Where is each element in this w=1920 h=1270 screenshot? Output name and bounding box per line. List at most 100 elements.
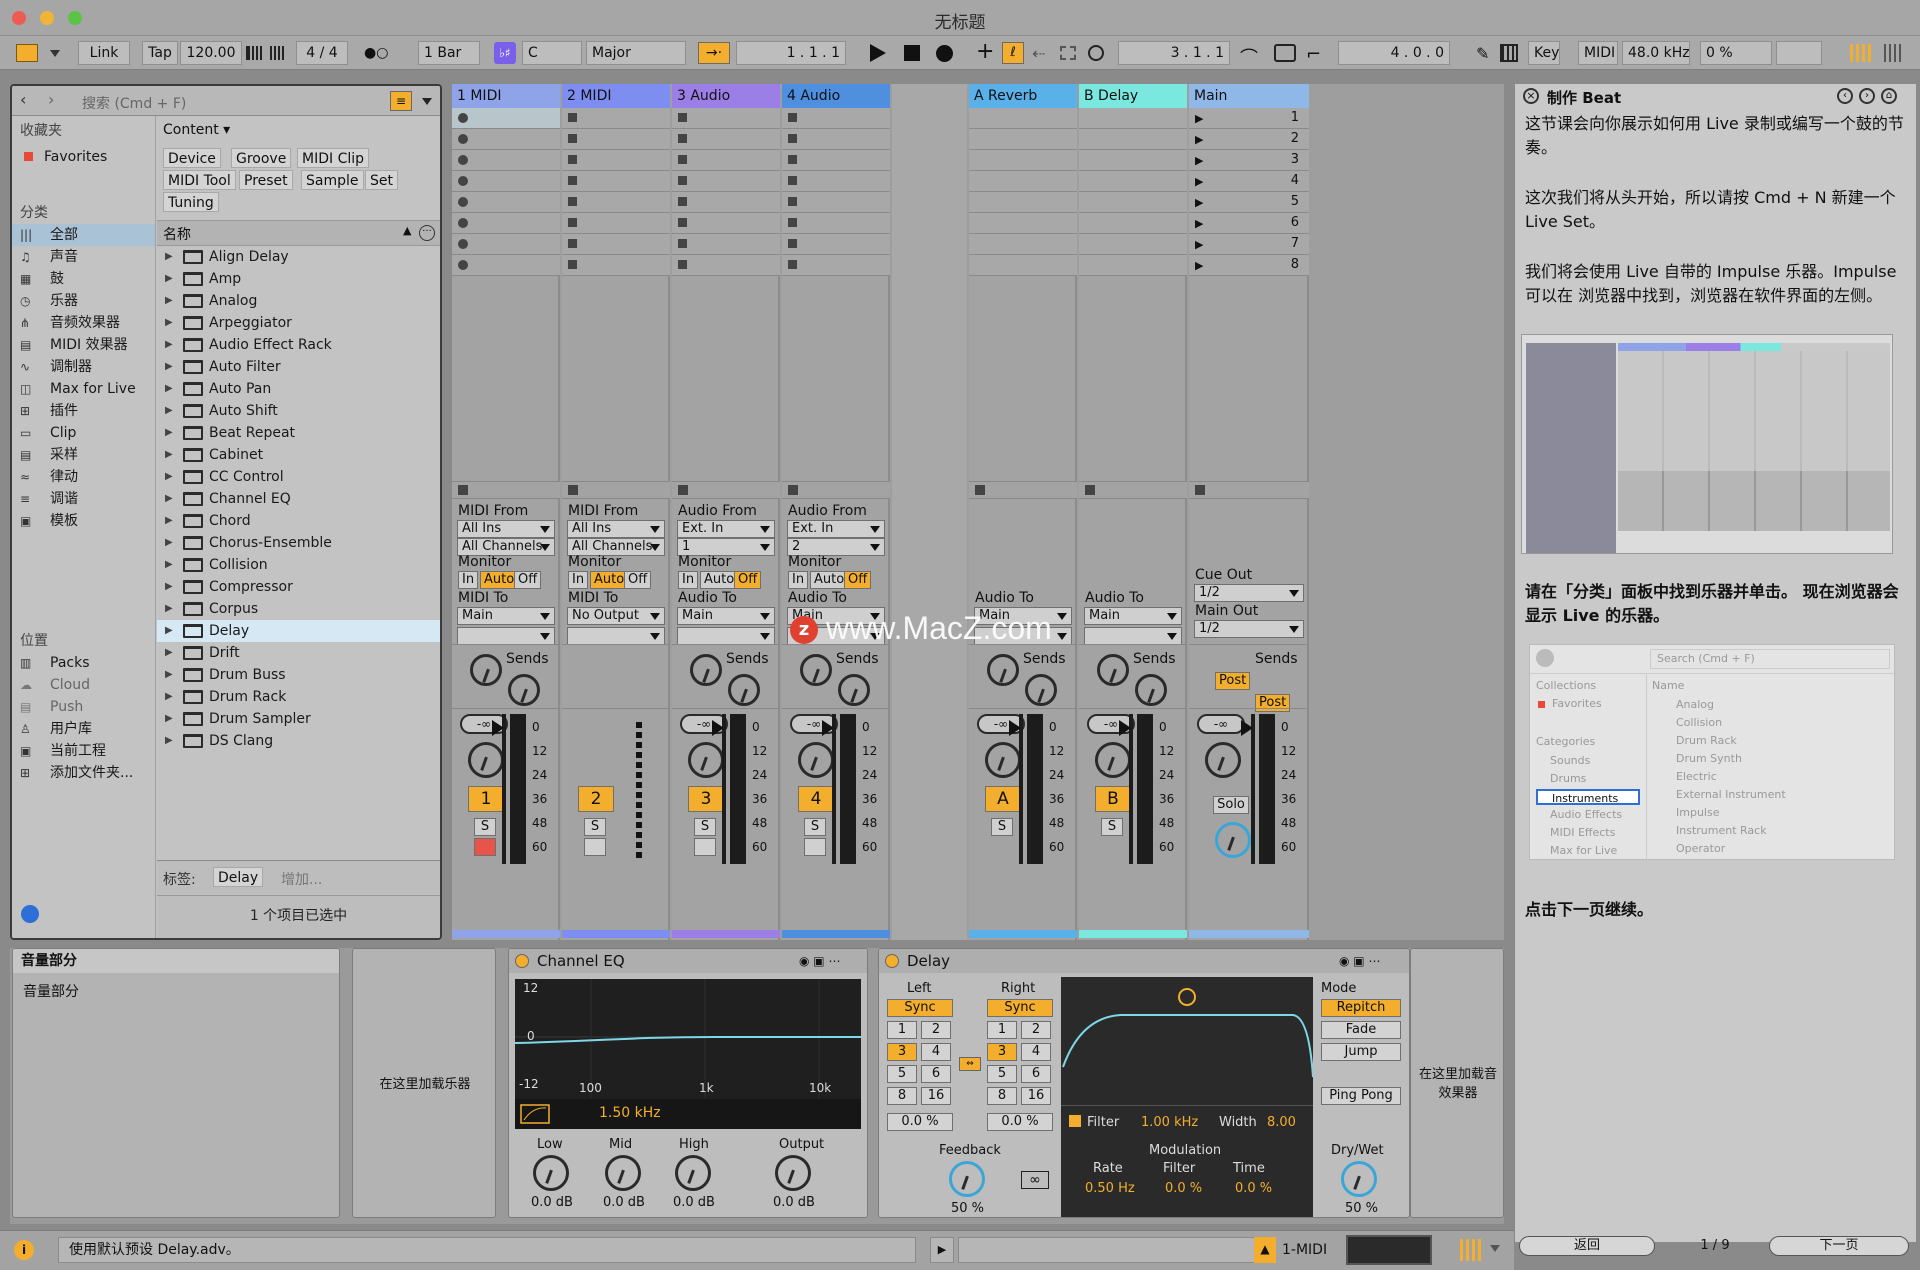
arm-button[interactable]: [474, 838, 496, 856]
browser-list-item[interactable]: ▶ Channel EQ: [157, 488, 440, 510]
stop-clips-icon[interactable]: [458, 485, 468, 495]
content-filter-label[interactable]: Content ▾: [163, 122, 230, 138]
right-offset-value[interactable]: 0.0 %: [987, 1113, 1053, 1131]
scene-launch-icon[interactable]: ▶: [1195, 259, 1203, 272]
clip-slot[interactable]: [969, 255, 1077, 276]
track-activator-button[interactable]: B: [1095, 786, 1131, 812]
home-icon[interactable]: ⌂: [1881, 88, 1897, 104]
eq-frequency-value[interactable]: 1.50 kHz: [599, 1105, 661, 1121]
pan-knob[interactable]: [798, 742, 834, 778]
stop-clips-icon[interactable]: [788, 485, 798, 495]
browser-list-item[interactable]: ▶ Amp: [157, 268, 440, 290]
clip-slot[interactable]: [969, 150, 1077, 171]
clip-slot[interactable]: [452, 171, 560, 192]
expand-arrow-icon[interactable]: ▶: [165, 598, 173, 620]
expand-arrow-icon[interactable]: ▶: [165, 488, 173, 510]
clip-slot[interactable]: [969, 129, 1077, 150]
fader-handle-icon[interactable]: [492, 720, 504, 736]
expand-arrow-icon[interactable]: ▶: [165, 400, 173, 422]
volume-fader[interactable]: [502, 714, 506, 864]
scene-launch-icon[interactable]: ▶: [1195, 154, 1203, 167]
output-channel-select[interactable]: [457, 627, 555, 645]
browser-list-item[interactable]: ▶ Arpeggiator: [157, 312, 440, 334]
clip-slot[interactable]: [562, 213, 670, 234]
back-arrow-icon[interactable]: ‹: [20, 90, 26, 109]
output-select[interactable]: No Output: [567, 607, 665, 625]
clip-slot[interactable]: [1079, 171, 1187, 192]
left-sync-button[interactable]: Sync: [887, 999, 953, 1017]
monitor-auto-button[interactable]: Auto: [810, 571, 849, 589]
loop-length-field[interactable]: 4 . 0 . 0: [1338, 41, 1450, 65]
eq-curve-display[interactable]: [515, 979, 861, 1129]
stop-slot-icon[interactable]: [678, 197, 687, 206]
left-beat-division-button[interactable]: 5: [887, 1065, 917, 1083]
clip-slot[interactable]: [672, 234, 780, 255]
clip-slot[interactable]: [1079, 255, 1187, 276]
fader-handle-icon[interactable]: [1009, 720, 1021, 736]
sort-icon[interactable]: ▲: [403, 224, 411, 237]
send-b-knob[interactable]: [838, 674, 870, 706]
input-source-select[interactable]: Ext. In: [787, 520, 885, 538]
solo-button[interactable]: S: [804, 818, 826, 836]
track-header[interactable]: 4 Audio: [782, 84, 890, 108]
send-a-knob[interactable]: [470, 654, 502, 686]
clip-slot[interactable]: [1079, 150, 1187, 171]
sidebar-item-category[interactable]: 音频效果器: [50, 312, 120, 334]
stop-slot-icon[interactable]: [568, 113, 577, 122]
sidebar-item-place[interactable]: Packs: [50, 652, 90, 674]
stop-clips-icon[interactable]: [975, 485, 985, 495]
left-beat-division-button[interactable]: 4: [921, 1043, 951, 1061]
browser-list-item[interactable]: ▶ Drift: [157, 642, 440, 664]
stop-slot-icon[interactable]: [678, 134, 687, 143]
info-icon[interactable]: i: [14, 1240, 34, 1260]
volume-fader[interactable]: [1019, 714, 1023, 864]
clip-slot[interactable]: [452, 192, 560, 213]
expand-arrow-icon[interactable]: ▶: [165, 730, 173, 752]
clip-slot[interactable]: [562, 150, 670, 171]
record-arm-slot-icon[interactable]: [458, 260, 468, 270]
clip-slot[interactable]: [782, 108, 890, 129]
right-beat-division-button[interactable]: 8: [987, 1087, 1017, 1105]
volume-fader[interactable]: [722, 714, 726, 864]
quantize-select[interactable]: 1 Bar: [418, 41, 480, 65]
device-on-icon[interactable]: [885, 954, 899, 968]
output-channel-select[interactable]: [1084, 627, 1182, 645]
browser-list-item[interactable]: ▶ CC Control: [157, 466, 440, 488]
clip-slot[interactable]: [782, 213, 890, 234]
left-beat-division-button[interactable]: 3: [887, 1043, 917, 1061]
link-button[interactable]: Link: [78, 41, 130, 65]
expand-arrow-icon[interactable]: ▶: [165, 268, 173, 290]
clip-slot[interactable]: ▶ 1: [1189, 108, 1309, 129]
chevron-down-icon[interactable]: [1490, 1245, 1500, 1252]
fader-handle-icon[interactable]: [712, 720, 724, 736]
follow-icon[interactable]: →·: [698, 42, 730, 64]
stop-clips-icon[interactable]: [568, 485, 578, 495]
clip-slot[interactable]: ▶ 8: [1189, 255, 1309, 276]
right-beat-division-button[interactable]: 16: [1021, 1087, 1051, 1105]
nudge-down-icon[interactable]: [246, 46, 262, 60]
more-options-icon[interactable]: ···: [419, 225, 435, 241]
output-select[interactable]: Main: [1084, 607, 1182, 625]
clip-slot[interactable]: [672, 255, 780, 276]
input-source-select[interactable]: All Ins: [457, 520, 555, 538]
input-source-select[interactable]: Ext. In: [677, 520, 775, 538]
clip-slot[interactable]: [969, 108, 1077, 129]
solo-button[interactable]: S: [584, 818, 606, 836]
midi-map-button[interactable]: MIDI: [1578, 41, 1618, 65]
volume-fader[interactable]: [832, 714, 836, 864]
browser-list-item[interactable]: ▶ Drum Sampler: [157, 708, 440, 730]
pan-knob[interactable]: [688, 742, 724, 778]
track-activator-button[interactable]: 2: [578, 786, 614, 812]
right-beat-division-button[interactable]: 4: [1021, 1043, 1051, 1061]
stop-slot-icon[interactable]: [788, 260, 797, 269]
expand-arrow-icon[interactable]: ▶: [165, 290, 173, 312]
stop-slot-icon[interactable]: [678, 176, 687, 185]
post-b-button[interactable]: Post: [1255, 694, 1291, 712]
browser-list-item[interactable]: ▶ Chorus-Ensemble: [157, 532, 440, 554]
sidebar-item-category[interactable]: 乐器: [50, 290, 78, 312]
browser-list-item[interactable]: ▶ Align Delay: [157, 246, 440, 268]
send-a-knob[interactable]: [690, 654, 722, 686]
time-value[interactable]: 0.0 %: [1235, 1181, 1272, 1196]
left-offset-value[interactable]: 0.0 %: [887, 1113, 953, 1131]
browser-list-item[interactable]: ▶ Beat Repeat: [157, 422, 440, 444]
